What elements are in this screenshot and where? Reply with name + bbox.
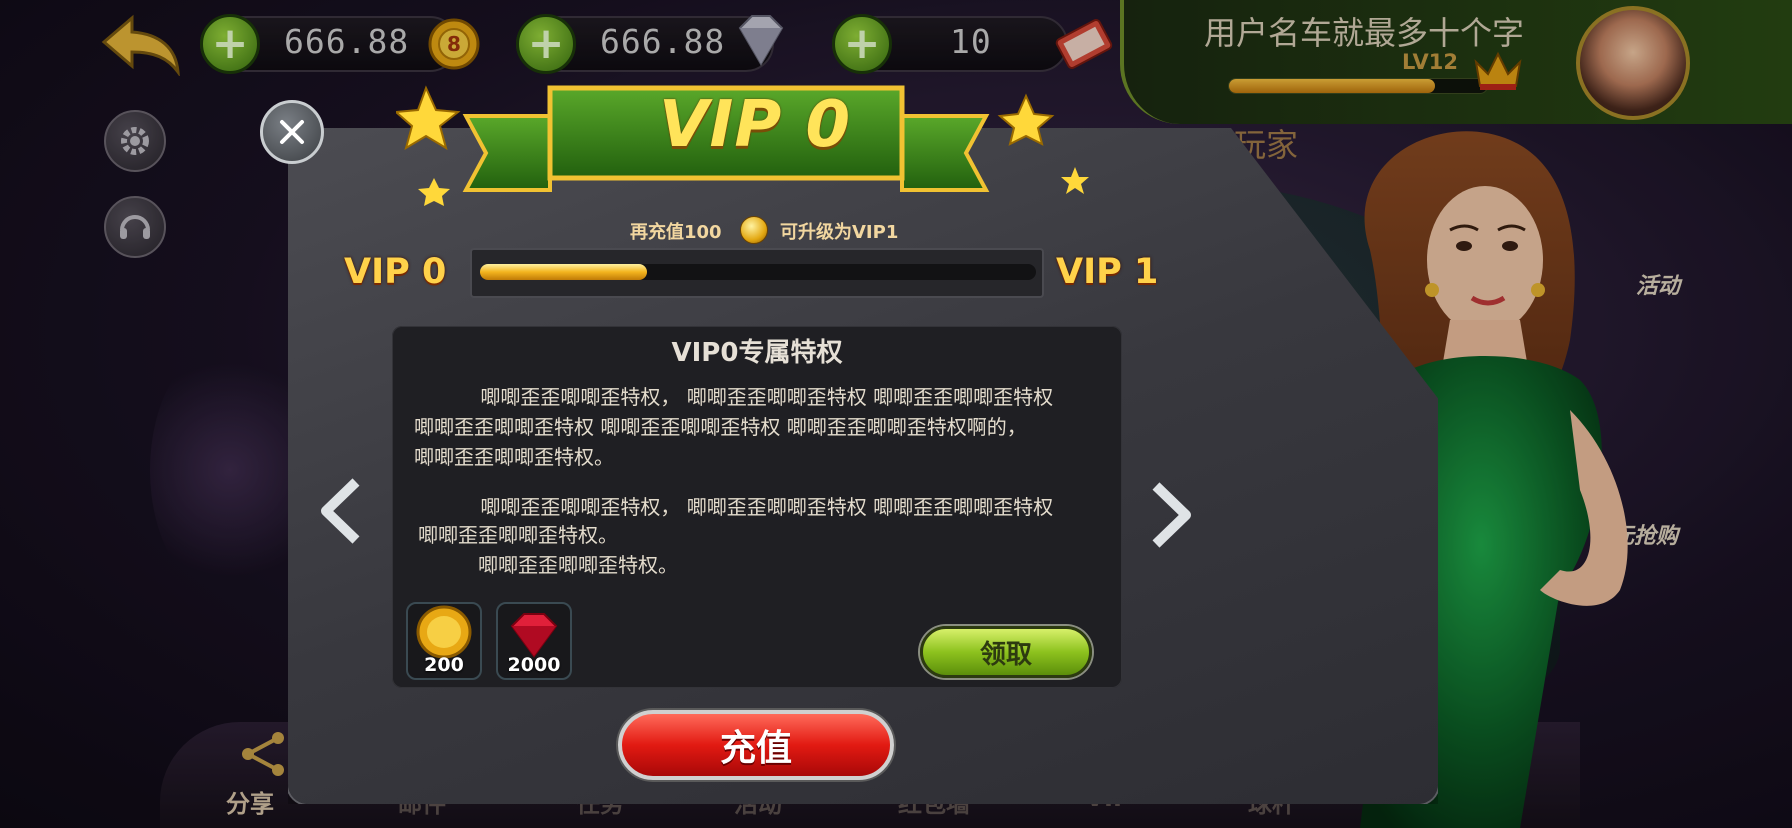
vip-progress-fill xyxy=(480,264,647,280)
chevron-left-icon xyxy=(321,478,360,544)
next-vip-label: VIP 1 xyxy=(1056,252,1159,292)
privilege-line: 唧唧歪歪唧唧歪特权， 唧唧歪歪唧唧歪特权 唧唧歪歪唧唧歪特权 xyxy=(414,385,1054,409)
privilege-line: 唧唧歪歪唧唧歪特权， 唧唧歪歪唧唧歪特权 唧唧歪歪唧唧歪特权 xyxy=(414,495,1054,519)
next-vip-button[interactable] xyxy=(1146,480,1196,550)
recharge-button[interactable]: 充值 xyxy=(618,710,894,780)
modal-title: VIP 0 xyxy=(658,88,852,162)
chevron-right-icon xyxy=(1152,482,1191,548)
claim-button[interactable]: 领取 xyxy=(920,626,1092,678)
upgrade-tip-text: 可升级为VIP1 xyxy=(780,222,899,243)
previous-vip-button[interactable] xyxy=(316,476,366,546)
close-button[interactable] xyxy=(260,100,324,164)
vip-progress-bar xyxy=(480,264,1036,280)
reward-gem-count: 2000 xyxy=(507,654,561,676)
privilege-line: 唧唧歪歪唧唧歪特权。 xyxy=(418,523,618,547)
star-icon xyxy=(1061,167,1089,194)
gold-coin-icon xyxy=(740,216,768,244)
close-icon xyxy=(280,120,304,144)
privilege-line: 唧唧歪歪唧唧歪特权 唧唧歪歪唧唧歪特权 唧唧歪歪唧唧歪特权啊的， xyxy=(414,415,1027,439)
privilege-line: 唧唧歪歪唧唧歪特权。 xyxy=(418,553,678,577)
privilege-line: 唧唧歪歪唧唧歪特权。 xyxy=(414,445,614,469)
recharge-tip-text: 再充值100 xyxy=(630,222,722,243)
reward-coin-count: 200 xyxy=(424,654,464,676)
privilege-title: VIP0专属特权 xyxy=(671,338,843,368)
current-vip-label: VIP 0 xyxy=(344,252,447,292)
